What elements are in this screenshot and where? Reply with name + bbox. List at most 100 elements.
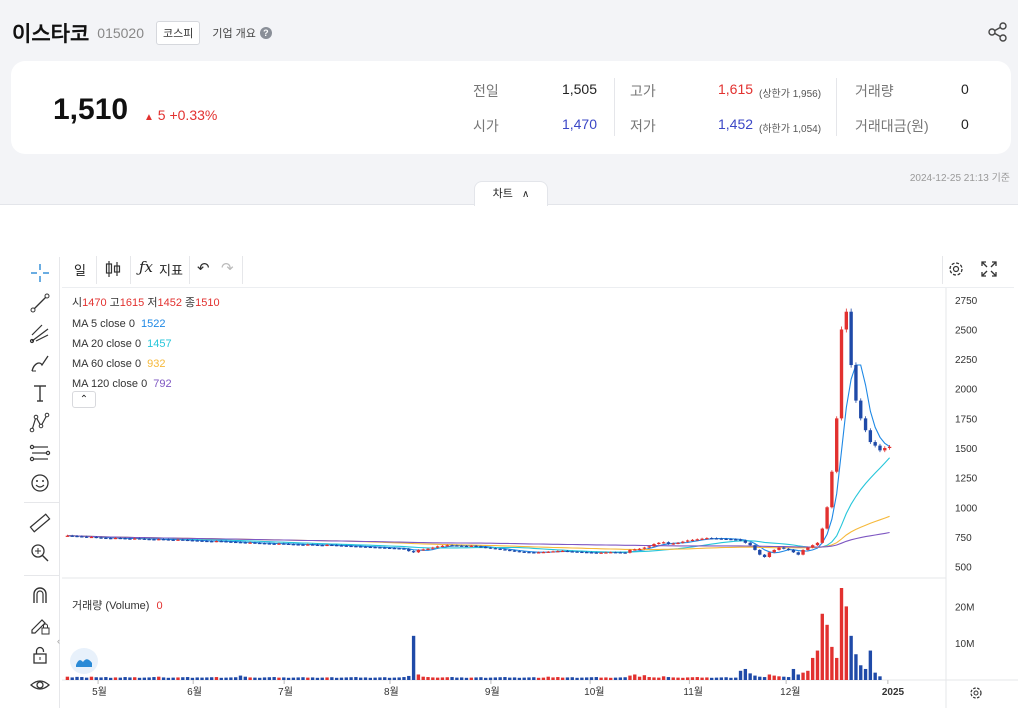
toolbar-divider	[189, 256, 190, 284]
volume-bar	[777, 676, 781, 680]
magnet-icon[interactable]	[28, 583, 52, 607]
candle-body	[585, 552, 589, 554]
settings-icon[interactable]	[947, 260, 965, 278]
volume-bar	[498, 677, 502, 680]
volume-bar	[75, 676, 79, 680]
volume-bar	[782, 676, 786, 680]
ma-legend-value: 1457	[147, 338, 172, 350]
candle-body	[604, 552, 608, 554]
candle-body	[700, 538, 704, 540]
volume-bar	[609, 677, 613, 680]
collapse-legend-button[interactable]: ⌃	[72, 391, 96, 408]
candle-body	[238, 542, 243, 544]
fib-tool-icon[interactable]	[28, 321, 52, 345]
candlestick-icon[interactable]	[104, 260, 122, 278]
volume-bar	[349, 677, 353, 680]
candle-body	[613, 552, 618, 554]
volume-bar	[272, 677, 276, 680]
undo-icon[interactable]: ↶	[197, 259, 210, 277]
candle-body	[738, 539, 743, 541]
volume-legend: 거래량 (Volume) 0	[72, 597, 163, 613]
volume-bar	[65, 676, 70, 680]
candle-body	[349, 545, 353, 548]
eye-icon[interactable]	[28, 673, 52, 697]
volume-bar	[488, 677, 493, 680]
zoom-in-icon[interactable]	[28, 541, 52, 565]
candle-body	[99, 537, 103, 539]
volume-bar	[758, 676, 762, 680]
volume-bar	[484, 677, 488, 680]
indicator-button[interactable]: 지표	[159, 260, 183, 279]
volume-bar	[681, 677, 685, 680]
toolbar-divider	[96, 256, 97, 284]
ma-line	[67, 515, 890, 551]
brush-icon[interactable]	[28, 351, 52, 375]
pattern-tool-icon[interactable]	[28, 411, 52, 435]
volume-tick-label: 20M	[955, 602, 974, 613]
fullscreen-icon[interactable]	[981, 261, 997, 277]
prev-label: 전일	[473, 83, 499, 99]
volume-bar	[94, 677, 98, 680]
candle-body	[479, 546, 483, 548]
redo-icon[interactable]: ↷	[221, 259, 234, 277]
volume-bar	[248, 677, 252, 680]
ma-legend-label: MA 5 close 0	[72, 318, 135, 330]
volume-bar	[344, 677, 348, 680]
ma-legend-label: MA 120 close 0	[72, 378, 148, 390]
lock-drawing-icon[interactable]	[28, 613, 52, 637]
candle-body	[325, 544, 329, 547]
candle-body	[637, 548, 642, 550]
price-chart[interactable]: 2750 2500 2250 2000 1750 1500 1250 1000 750 500 2…	[62, 288, 1018, 708]
candle-body	[84, 536, 89, 538]
candle-body	[426, 548, 430, 550]
volume-bar	[580, 677, 584, 680]
volume-bar	[152, 677, 156, 680]
volume-bar	[868, 650, 873, 680]
ma-legend: MA 5 close 0 1522 MA 20 close 0 1457 MA 60 c…	[72, 314, 172, 394]
lock-icon[interactable]	[28, 643, 52, 667]
candle-body	[229, 541, 233, 543]
close-value: 1510	[195, 297, 220, 309]
candle-body	[214, 541, 219, 543]
y-tick-label: 2500	[955, 325, 978, 336]
candle-body	[652, 544, 656, 547]
volume-bar	[161, 677, 166, 680]
y-tick-label: 1000	[955, 503, 978, 514]
share-icon[interactable]	[988, 22, 1008, 42]
candle-body	[243, 542, 247, 544]
volume-bar	[628, 675, 632, 680]
chart-tab-toggle[interactable]: 차트 ∧	[474, 181, 548, 206]
candle-body	[161, 539, 166, 541]
tradingview-logo[interactable]	[70, 648, 98, 674]
emoji-icon[interactable]	[28, 471, 52, 495]
volume-bar	[354, 677, 358, 680]
candle-body	[594, 552, 598, 554]
text-tool-icon[interactable]	[28, 381, 52, 405]
ruler-icon[interactable]	[28, 511, 52, 535]
crosshair-icon[interactable]	[28, 261, 52, 285]
candle-body	[368, 546, 372, 549]
volume-bar	[89, 676, 94, 680]
candle-body	[642, 547, 647, 549]
volume-bar	[330, 677, 334, 680]
high-label: 고가	[630, 83, 656, 99]
chevron-up-icon: ∧	[521, 189, 530, 200]
candle-body	[609, 552, 613, 554]
candle-body	[411, 551, 416, 553]
projection-tool-icon[interactable]	[28, 441, 52, 465]
candle-body	[671, 543, 675, 545]
volume-bar	[200, 677, 204, 680]
trend-line-icon[interactable]	[28, 291, 52, 315]
period-selector[interactable]: 일	[74, 260, 86, 279]
volume-bar	[762, 677, 767, 680]
candle-body	[676, 542, 680, 545]
high-label: 고	[109, 297, 120, 309]
volume-bar	[291, 677, 296, 680]
candle-body	[724, 538, 728, 540]
company-overview-link[interactable]: 기업 개요 ?	[212, 25, 272, 41]
divider	[614, 78, 615, 136]
time-axis-settings-icon[interactable]	[968, 685, 984, 701]
candle-body	[459, 545, 464, 547]
candle-body	[743, 540, 748, 543]
collapse-panel-icon[interactable]: ‹	[57, 636, 65, 654]
